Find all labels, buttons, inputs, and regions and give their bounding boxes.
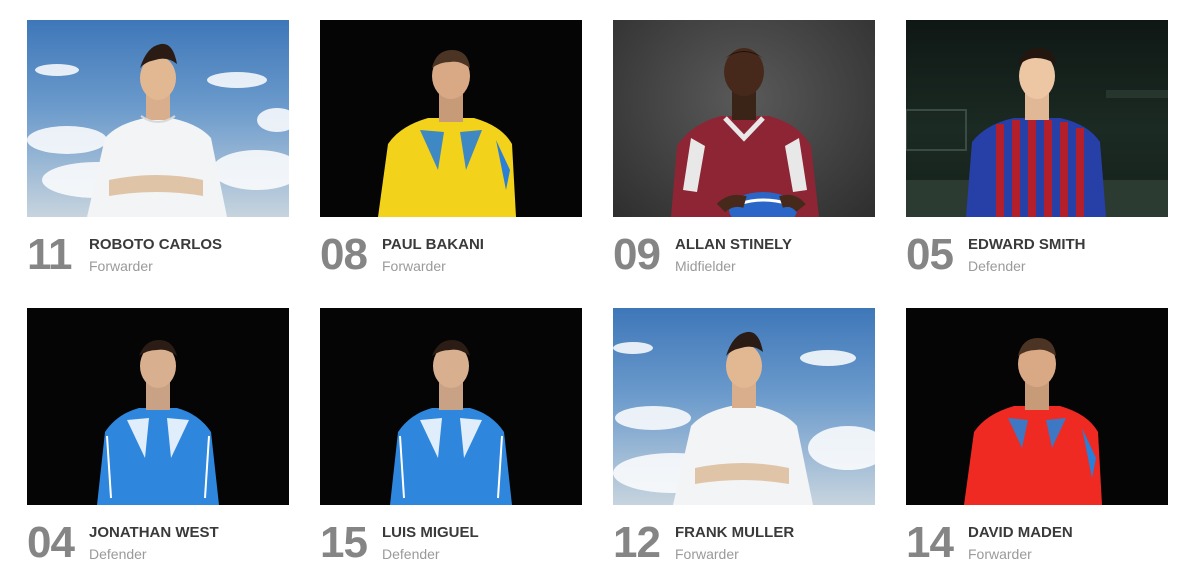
player-card[interactable]: 14 DAVID MADEN Forwarder: [906, 308, 1168, 570]
player-number: 11: [27, 230, 73, 279]
player-number: 08: [320, 230, 368, 279]
player-info: 09 ALLAN STINELY Midfielder: [613, 230, 875, 282]
player-card[interactable]: 04 JONATHAN WEST Defender: [27, 308, 289, 570]
player-photo[interactable]: [27, 308, 289, 505]
team-grid: 11 ROBOTO CARLOS Forwarder 08 PAUL BAKAN…: [27, 20, 1168, 570]
player-position: Forwarder: [968, 546, 1032, 562]
player-card[interactable]: 08 PAUL BAKANI Forwarder: [320, 20, 582, 282]
player-position: Defender: [89, 546, 147, 562]
player-info: 15 LUIS MIGUEL Defender: [320, 518, 582, 570]
player-name[interactable]: EDWARD SMITH: [968, 236, 1086, 254]
player-number: 12: [613, 518, 661, 567]
player-image: [97, 340, 219, 505]
player-info: 14 DAVID MADEN Forwarder: [906, 518, 1168, 570]
player-name[interactable]: ALLAN STINELY: [675, 236, 792, 254]
player-info: 11 ROBOTO CARLOS Forwarder: [27, 230, 289, 282]
player-photo[interactable]: [613, 20, 875, 217]
player-photo[interactable]: [320, 20, 582, 217]
player-position: Forwarder: [89, 258, 153, 274]
player-name[interactable]: JONATHAN WEST: [89, 524, 219, 542]
player-name[interactable]: ROBOTO CARLOS: [89, 236, 222, 254]
player-photo[interactable]: [320, 308, 582, 505]
player-name[interactable]: PAUL BAKANI: [382, 236, 484, 254]
player-image: [378, 50, 516, 217]
player-position: Forwarder: [382, 258, 446, 274]
player-card[interactable]: 05 EDWARD SMITH Defender: [906, 20, 1168, 282]
player-card[interactable]: 11 ROBOTO CARLOS Forwarder: [27, 20, 289, 282]
player-card[interactable]: 09 ALLAN STINELY Midfielder: [613, 20, 875, 282]
player-image: [390, 340, 512, 505]
player-position: Midfielder: [675, 258, 736, 274]
player-position: Forwarder: [675, 546, 739, 562]
player-number: 14: [906, 518, 954, 567]
player-number: 15: [320, 518, 368, 567]
player-image: [964, 338, 1102, 505]
player-photo[interactable]: [906, 20, 1168, 217]
player-photo[interactable]: [27, 20, 289, 217]
player-card[interactable]: 15 LUIS MIGUEL Defender: [320, 308, 582, 570]
player-info: 12 FRANK MULLER Forwarder: [613, 518, 875, 570]
player-number: 09: [613, 230, 661, 279]
player-name[interactable]: DAVID MADEN: [968, 524, 1073, 542]
player-name[interactable]: LUIS MIGUEL: [382, 524, 479, 542]
player-photo[interactable]: [906, 308, 1168, 505]
player-info: 04 JONATHAN WEST Defender: [27, 518, 289, 570]
player-image: [613, 331, 875, 505]
player-info: 08 PAUL BAKANI Forwarder: [320, 230, 582, 282]
player-number: 05: [906, 230, 954, 279]
player-card[interactable]: 12 FRANK MULLER Forwarder: [613, 308, 875, 570]
player-photo[interactable]: [613, 308, 875, 505]
player-image: [27, 43, 289, 217]
player-image: [671, 48, 819, 217]
player-name[interactable]: FRANK MULLER: [675, 524, 794, 542]
player-number: 04: [27, 518, 75, 567]
player-info: 05 EDWARD SMITH Defender: [906, 230, 1168, 282]
player-image: [906, 48, 1168, 217]
player-position: Defender: [968, 258, 1026, 274]
player-position: Defender: [382, 546, 440, 562]
